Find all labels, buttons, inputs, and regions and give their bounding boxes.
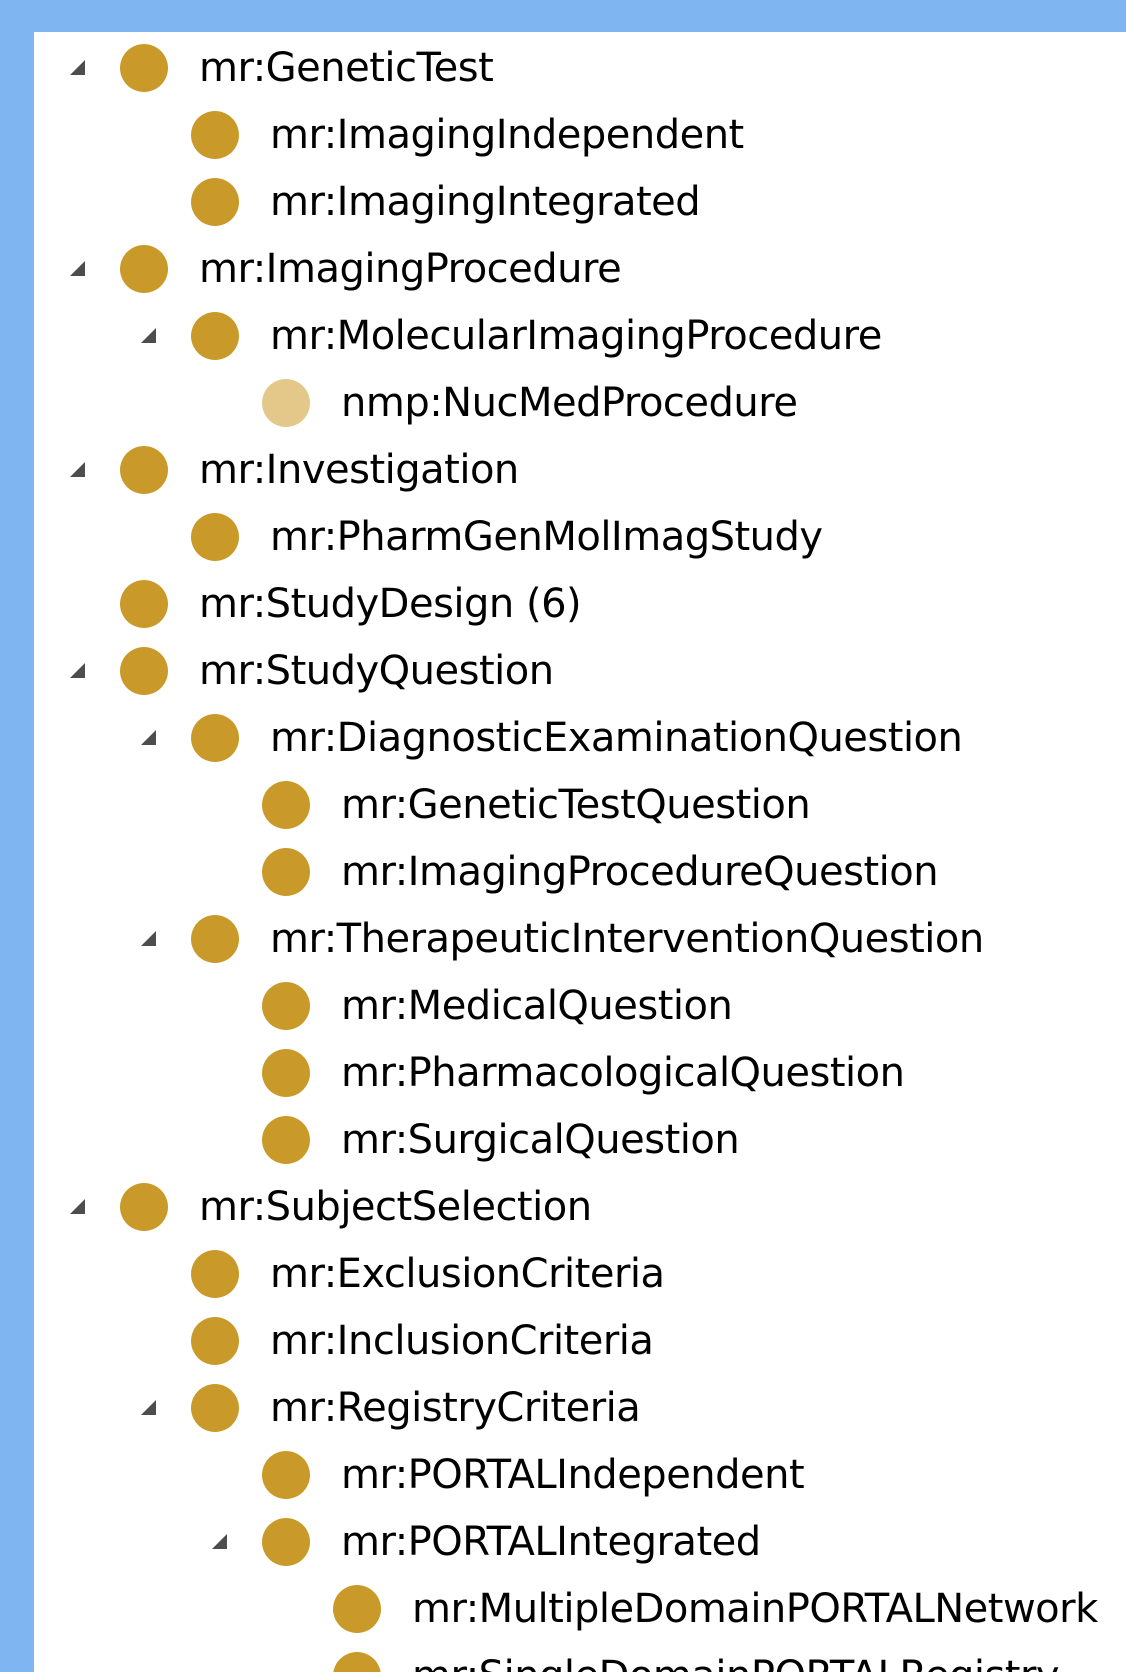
class-tree: mr:GeneticTest mr:ImagingIndependent mr:Im… [34, 34, 1126, 1672]
tree-node[interactable]: mr:ImagingIntegrated [34, 168, 1126, 235]
class-icon [120, 44, 168, 92]
tree-node-label: mr:StudyDesign (6) [199, 581, 582, 627]
tree-node[interactable]: nmp:NucMedProcedure [34, 369, 1126, 436]
class-icon [191, 111, 239, 159]
class-icon [262, 1518, 310, 1566]
class-icon [120, 1183, 168, 1231]
tree-node-label: mr:PORTALIntegrated [341, 1519, 761, 1565]
tree-node-label: mr:MultipleDomainPORTALNetwork [412, 1586, 1098, 1632]
class-hierarchy-panel: mr:GeneticTest mr:ImagingIndependent mr:Im… [34, 32, 1126, 1672]
tree-node-label: mr:PharmacologicalQuestion [341, 1050, 905, 1096]
tree-node-label: mr:MolecularImagingProcedure [270, 313, 882, 359]
class-icon [191, 178, 239, 226]
expand-triangle-icon[interactable] [212, 1534, 227, 1549]
tree-node-label: mr:ExclusionCriteria [270, 1251, 665, 1297]
tree-node-label: mr:PORTALIndependent [341, 1452, 805, 1498]
tree-node-label: mr:ImagingIndependent [270, 112, 744, 158]
tree-node[interactable]: mr:SurgicalQuestion [34, 1106, 1126, 1173]
expand-triangle-icon[interactable] [70, 462, 85, 477]
tree-node-label: mr:InclusionCriteria [270, 1318, 654, 1364]
tree-node-label: mr:GeneticTest [199, 45, 494, 91]
tree-node[interactable]: mr:TherapeuticInterventionQuestion [34, 905, 1126, 972]
tree-node[interactable]: mr:PORTALIntegrated [34, 1508, 1126, 1575]
class-icon [191, 1384, 239, 1432]
expand-triangle-icon[interactable] [141, 931, 156, 946]
tree-node[interactable]: mr:GeneticTestQuestion [34, 771, 1126, 838]
class-icon [120, 446, 168, 494]
tree-node[interactable]: mr:MedicalQuestion [34, 972, 1126, 1039]
tree-node[interactable]: mr:StudyDesign (6) [34, 570, 1126, 637]
class-icon [262, 379, 310, 427]
tree-node-label: mr:Investigation [199, 447, 519, 493]
tree-node[interactable]: mr:ImagingProcedure [34, 235, 1126, 302]
tree-node-label: mr:ImagingProcedure [199, 246, 622, 292]
tree-node[interactable]: mr:PharmacologicalQuestion [34, 1039, 1126, 1106]
expand-triangle-icon[interactable] [70, 663, 85, 678]
expand-triangle-icon[interactable] [141, 328, 156, 343]
class-icon [120, 580, 168, 628]
tree-node-label: mr:SubjectSelection [199, 1184, 592, 1230]
class-icon [120, 245, 168, 293]
tree-node-label: mr:SurgicalQuestion [341, 1117, 740, 1163]
class-icon [333, 1585, 381, 1633]
class-icon [262, 781, 310, 829]
expand-triangle-icon[interactable] [141, 1400, 156, 1415]
tree-node[interactable]: mr:GeneticTest [34, 34, 1126, 101]
class-icon [333, 1652, 381, 1672]
tree-node-label: mr:DiagnosticExaminationQuestion [270, 715, 963, 761]
expand-triangle-icon[interactable] [70, 1199, 85, 1214]
tree-node[interactable]: mr:DiagnosticExaminationQuestion [34, 704, 1126, 771]
class-icon [191, 915, 239, 963]
class-icon [191, 714, 239, 762]
tree-node[interactable]: mr:RegistryCriteria [34, 1374, 1126, 1441]
tree-node-label: mr:ImagingProcedureQuestion [341, 849, 939, 895]
tree-node[interactable]: mr:SingleDomainPORTALRegistry [34, 1642, 1126, 1672]
class-icon [191, 312, 239, 360]
expand-triangle-icon[interactable] [70, 261, 85, 276]
tree-node[interactable]: mr:MultipleDomainPORTALNetwork [34, 1575, 1126, 1642]
class-icon [262, 1049, 310, 1097]
tree-node-label: mr:ImagingIntegrated [270, 179, 701, 225]
class-icon [262, 982, 310, 1030]
class-icon [191, 1250, 239, 1298]
tree-node-label: nmp:NucMedProcedure [341, 380, 798, 426]
expand-triangle-icon[interactable] [141, 730, 156, 745]
expand-triangle-icon[interactable] [70, 60, 85, 75]
class-icon [262, 1116, 310, 1164]
class-icon [262, 848, 310, 896]
tree-node-label: mr:PharmGenMolImagStudy [270, 514, 823, 560]
tree-node-label: mr:TherapeuticInterventionQuestion [270, 916, 984, 962]
class-icon [262, 1451, 310, 1499]
class-icon [120, 647, 168, 695]
tree-node-label: mr:SingleDomainPORTALRegistry [412, 1648, 1060, 1672]
tree-node-label: mr:MedicalQuestion [341, 983, 733, 1029]
class-icon [191, 1317, 239, 1365]
class-icon [191, 513, 239, 561]
tree-node[interactable]: mr:ImagingProcedureQuestion [34, 838, 1126, 905]
tree-node-label: mr:GeneticTestQuestion [341, 782, 811, 828]
tree-node[interactable]: mr:Investigation [34, 436, 1126, 503]
tree-node[interactable]: mr:ImagingIndependent [34, 101, 1126, 168]
tree-node[interactable]: mr:StudyQuestion [34, 637, 1126, 704]
tree-node[interactable]: mr:PharmGenMolImagStudy [34, 503, 1126, 570]
tree-node[interactable]: mr:InclusionCriteria [34, 1307, 1126, 1374]
tree-node[interactable]: mr:ExclusionCriteria [34, 1240, 1126, 1307]
tree-node[interactable]: mr:MolecularImagingProcedure [34, 302, 1126, 369]
tree-node[interactable]: mr:SubjectSelection [34, 1173, 1126, 1240]
tree-node-label: mr:StudyQuestion [199, 648, 554, 694]
tree-node[interactable]: mr:PORTALIndependent [34, 1441, 1126, 1508]
tree-node-label: mr:RegistryCriteria [270, 1385, 641, 1431]
